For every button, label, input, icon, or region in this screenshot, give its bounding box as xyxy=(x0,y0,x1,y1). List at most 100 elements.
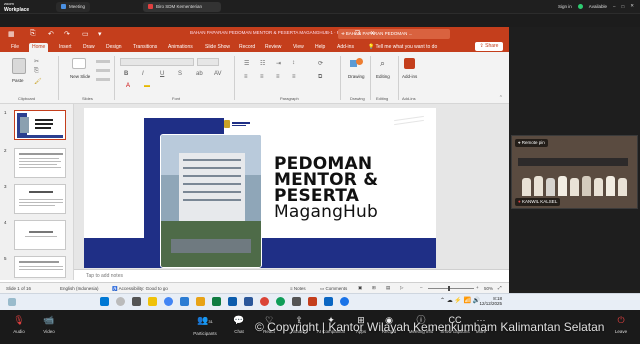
tab-insert[interactable]: Insert xyxy=(56,43,75,52)
remote-pin-badge[interactable]: ⌖ Remote pin xyxy=(515,139,548,147)
zoom-slider-handle[interactable] xyxy=(448,286,450,291)
editing-button[interactable]: Editing xyxy=(376,74,390,79)
slide-sorter-icon[interactable]: ⊞ xyxy=(372,285,376,291)
shapes-icon[interactable] xyxy=(350,58,364,70)
collapse-ribbon-icon[interactable]: ⌃ xyxy=(499,95,503,101)
participant-video[interactable]: ⌖ Remote pin ● KANWIL KALSEL xyxy=(511,135,638,209)
tab-design[interactable]: Design xyxy=(103,43,125,52)
tab-meeting[interactable]: Meeting xyxy=(56,2,91,12)
task-view-icon[interactable] xyxy=(132,297,141,306)
format-painter-icon[interactable]: 🖌 xyxy=(34,78,42,85)
slide-thumbnail-4[interactable] xyxy=(14,220,66,250)
leave-button[interactable]: ⏻ Leave xyxy=(604,314,638,334)
paste-icon[interactable] xyxy=(12,58,26,74)
file-explorer-icon[interactable] xyxy=(148,297,157,306)
zoom-level[interactable]: 50% xyxy=(484,286,493,291)
reset-icon[interactable] xyxy=(96,69,110,72)
align-left-icon[interactable]: ≡ xyxy=(244,74,248,80)
font-name-dropdown[interactable] xyxy=(120,58,194,66)
section-icon[interactable] xyxy=(96,78,110,81)
zoom-app-icon[interactable] xyxy=(228,297,237,306)
undo-icon[interactable]: ↶ xyxy=(48,30,54,38)
chat-button[interactable]: 💬 Chat xyxy=(222,314,256,334)
notes-toggle[interactable]: ≡ Notes xyxy=(290,286,306,291)
outlook-icon[interactable] xyxy=(180,297,189,306)
normal-view-icon[interactable]: ▣ xyxy=(358,285,362,291)
numbering-icon[interactable]: ☷ xyxy=(260,60,265,67)
participants-button[interactable]: 👥31 Participants xyxy=(188,314,222,336)
find-icon[interactable]: ⌕ xyxy=(380,58,385,69)
tab-draw[interactable]: Draw xyxy=(80,43,98,52)
drawing-button[interactable]: Drawing xyxy=(348,74,365,79)
weather-icon[interactable] xyxy=(8,298,16,306)
tab-review[interactable]: Review xyxy=(262,43,284,52)
language-status[interactable]: English (Indonesia) xyxy=(60,286,99,291)
save-icon[interactable]: ⎘ xyxy=(30,30,36,38)
teams-icon[interactable] xyxy=(324,297,333,306)
signin-link[interactable]: Sign in xyxy=(558,4,572,9)
paste-label[interactable]: Paste xyxy=(12,78,24,83)
current-slide[interactable]: PEDOMAN MENTOR & PESERTA MagangHub xyxy=(84,108,436,268)
tab-share[interactable]: Biro SDM Kementerian Hukum's ... xyxy=(143,2,221,19)
new-slide-label[interactable]: New Slide xyxy=(70,74,92,79)
new-slide-icon[interactable] xyxy=(72,58,86,69)
indent-icon[interactable]: ⇥ xyxy=(276,60,281,67)
zoom-out-icon[interactable]: – xyxy=(420,285,423,290)
share-button[interactable]: ⇪ Share xyxy=(475,42,503,51)
meet-icon[interactable] xyxy=(340,297,349,306)
video-button[interactable]: 📹 Video xyxy=(32,314,66,334)
shadow-icon[interactable]: ab xyxy=(196,71,203,77)
tab-help[interactable]: Help xyxy=(312,43,328,52)
underline-icon[interactable]: U xyxy=(160,71,164,77)
tab-home[interactable]: Home xyxy=(29,43,49,52)
bold-icon[interactable]: B xyxy=(124,71,128,77)
status-label[interactable]: Available xyxy=(589,4,607,9)
highlight-icon[interactable]: ▬ xyxy=(144,83,150,89)
audio-button[interactable]: 🎙 Audio xyxy=(2,314,36,334)
slide-thumbnail-3[interactable] xyxy=(14,184,66,214)
addins-button[interactable]: Add-ins xyxy=(402,74,417,79)
slide-thumbnail-2[interactable] xyxy=(14,148,66,178)
tab-addins[interactable]: Add-ins xyxy=(334,43,357,52)
slide-thumbnail-1[interactable] xyxy=(14,110,66,140)
bullets-icon[interactable]: ☰ xyxy=(244,60,249,67)
justify-icon[interactable]: ≡ xyxy=(292,74,296,80)
word-icon[interactable] xyxy=(244,297,253,306)
close-icon[interactable]: ✕ xyxy=(370,30,375,37)
align-right-icon[interactable]: ≡ xyxy=(276,74,280,80)
minimize-icon[interactable]: – xyxy=(613,4,616,9)
tell-me-box[interactable]: 💡 Tell me what you want to do xyxy=(368,43,437,52)
reading-view-icon[interactable]: ▤ xyxy=(386,285,390,291)
char-spacing-icon[interactable]: AV xyxy=(214,71,222,77)
edge-icon[interactable] xyxy=(276,297,285,306)
browser-icon[interactable] xyxy=(260,297,269,306)
strikethrough-icon[interactable]: S xyxy=(178,71,182,77)
start-icon[interactable] xyxy=(100,297,109,306)
zoom-slider[interactable] xyxy=(428,288,474,289)
tab-transitions[interactable]: Transitions xyxy=(130,43,160,52)
tab-slide-show[interactable]: Slide Show xyxy=(202,43,233,52)
font-size-dropdown[interactable] xyxy=(197,58,219,66)
layout-icon[interactable] xyxy=(96,60,110,63)
notes-pane[interactable]: Tap to add notes xyxy=(74,269,509,282)
autosave-icon[interactable]: ▦ xyxy=(8,30,15,38)
cut-icon[interactable]: ✂ xyxy=(34,58,39,65)
comments-toggle[interactable]: ▭ Comments xyxy=(320,286,347,292)
present-icon[interactable]: ▭ xyxy=(82,30,89,38)
app-icon[interactable] xyxy=(292,297,301,306)
fit-slide-icon[interactable]: ⤢ xyxy=(498,285,502,290)
folder-icon[interactable] xyxy=(196,297,205,306)
addins-icon[interactable] xyxy=(404,58,415,69)
zoom-in-icon[interactable]: + xyxy=(476,285,479,290)
tab-view[interactable]: View xyxy=(290,43,307,52)
maximize-icon[interactable]: □ xyxy=(622,4,625,9)
smartart-icon[interactable]: ⧉ xyxy=(318,74,322,81)
tab-animations[interactable]: Animations xyxy=(165,43,196,52)
taskbar-clock[interactable]: 8:18 12/12/2025 xyxy=(470,296,502,306)
redo-icon[interactable]: ↷ xyxy=(64,30,70,38)
line-spacing-icon[interactable]: ↕ xyxy=(292,60,295,66)
minimize-icon[interactable]: – xyxy=(341,31,344,37)
chrome-icon[interactable] xyxy=(164,297,173,306)
close-icon[interactable]: ✕ xyxy=(630,3,634,9)
accessibility-status[interactable]: ♿ Accessibility: Good to go xyxy=(112,286,168,292)
